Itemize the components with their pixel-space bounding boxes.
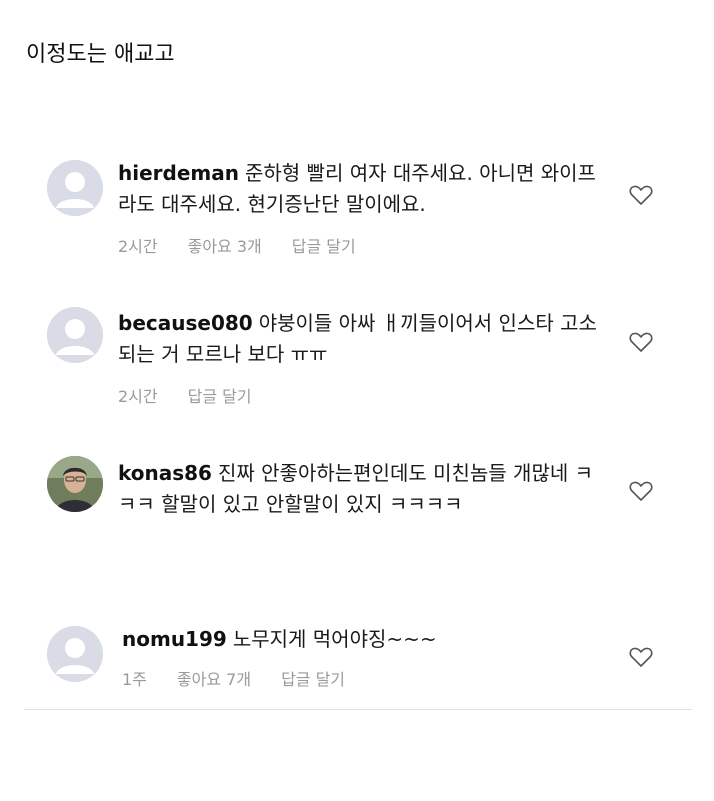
page-title: 이정도는 애교고 <box>26 42 175 67</box>
comment-time: 2시간 <box>118 237 158 256</box>
divider <box>24 709 692 710</box>
comment-meta: 2시간 답글 달기 <box>118 383 252 407</box>
default-avatar-icon <box>47 626 103 682</box>
profile-photo <box>47 456 103 512</box>
comment-body: hierdeman 준하형 빨리 여자 대주세요. 아니면 와이프라도 대주세요.… <box>118 158 598 220</box>
avatar[interactable] <box>47 307 103 363</box>
avatar[interactable] <box>47 626 103 682</box>
avatar[interactable] <box>47 456 103 512</box>
reply-button[interactable]: 답글 달기 <box>188 383 252 407</box>
heart-icon[interactable] <box>628 330 654 354</box>
comment-body: nomu199 노무지게 먹어야징~~~ <box>122 624 602 655</box>
comment-username[interactable]: because080 <box>118 311 253 335</box>
default-avatar-icon <box>47 307 103 363</box>
comment-body: konas86 진짜 안좋아하는편인데도 미친놈들 개많네 ㅋㅋㅋ 할말이 있고 … <box>118 458 598 520</box>
default-avatar-icon <box>47 160 103 216</box>
reply-button[interactable]: 답글 달기 <box>292 233 356 257</box>
comment-time: 1주 <box>122 670 147 689</box>
heart-icon[interactable] <box>628 645 654 669</box>
heart-icon[interactable] <box>628 479 654 503</box>
reply-button[interactable]: 답글 달기 <box>281 666 345 690</box>
comment-username[interactable]: nomu199 <box>122 627 227 651</box>
comment-body: because080 야붕이들 아싸 ㅐ끼들이어서 인스타 고소되는 거 모르나 … <box>118 308 598 370</box>
comment-username[interactable]: konas86 <box>118 461 212 485</box>
comment-text: 노무지게 먹어야징~~~ <box>232 627 437 651</box>
avatar[interactable] <box>47 160 103 216</box>
likes-count[interactable]: 좋아요 7개 <box>177 666 251 690</box>
heart-icon[interactable] <box>628 183 654 207</box>
comment-meta: 1주 좋아요 7개 답글 달기 <box>122 666 345 690</box>
likes-count[interactable]: 좋아요 3개 <box>188 233 262 257</box>
comment-time: 2시간 <box>118 387 158 406</box>
comment-username[interactable]: hierdeman <box>118 161 239 185</box>
comment-meta: 2시간 좋아요 3개 답글 달기 <box>118 233 356 257</box>
